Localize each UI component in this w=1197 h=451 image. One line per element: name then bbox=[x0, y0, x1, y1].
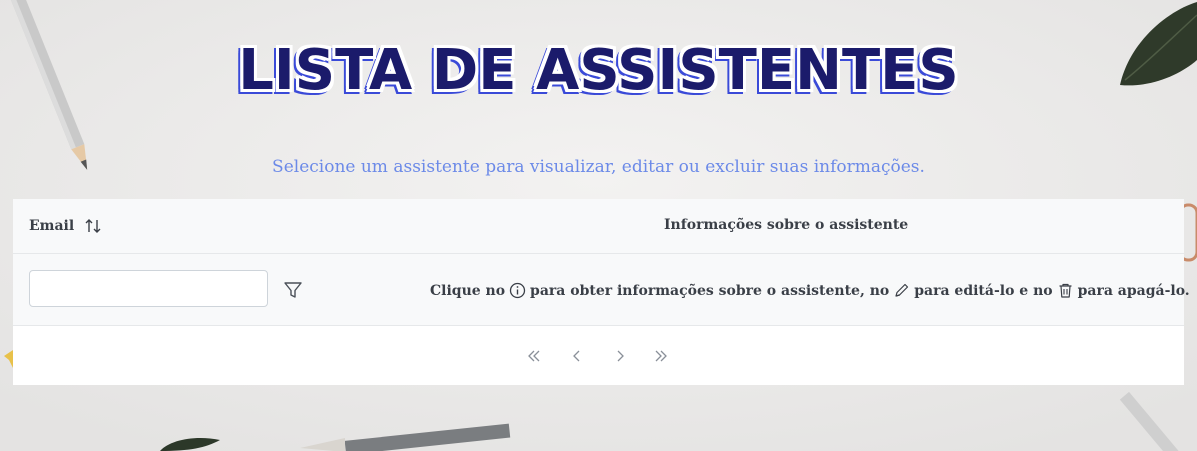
trash-icon bbox=[1059, 283, 1072, 298]
paginator bbox=[13, 326, 1184, 384]
filter-icon[interactable] bbox=[283, 280, 303, 300]
table-header: Email Informações sobre o assistente bbox=[13, 199, 1184, 254]
next-page-icon[interactable] bbox=[609, 345, 631, 367]
filter-row: Clique no para obter informações sobre o… bbox=[13, 254, 1190, 326]
info-icon bbox=[509, 282, 526, 299]
prev-page-icon[interactable] bbox=[566, 345, 588, 367]
instructions-text: Clique no para obter informações sobre o… bbox=[430, 282, 1190, 299]
sort-icon[interactable] bbox=[84, 217, 102, 235]
page-subtitle: Selecione um assistente para visualizar,… bbox=[272, 157, 925, 177]
assistants-table: Email Informações sobre o assistente Cli… bbox=[13, 199, 1190, 385]
page-title: LISTA DE ASSISTENTES bbox=[238, 38, 959, 103]
last-page-icon[interactable] bbox=[650, 345, 672, 367]
instructions-part-4: para apagá-lo. bbox=[1077, 282, 1190, 299]
instructions-part-2: para obter informações sobre o assistent… bbox=[530, 282, 890, 299]
first-page-icon[interactable] bbox=[523, 345, 545, 367]
email-column-label: Email bbox=[29, 218, 75, 234]
pencil-icon bbox=[895, 283, 909, 297]
instructions-part-1: Clique no bbox=[430, 282, 506, 299]
instructions-part-3: para editá-lo e no bbox=[914, 282, 1053, 299]
email-column-header[interactable]: Email bbox=[29, 217, 102, 235]
email-filter-input[interactable] bbox=[29, 270, 268, 307]
info-column-header: Informações sobre o assistente bbox=[664, 217, 909, 233]
